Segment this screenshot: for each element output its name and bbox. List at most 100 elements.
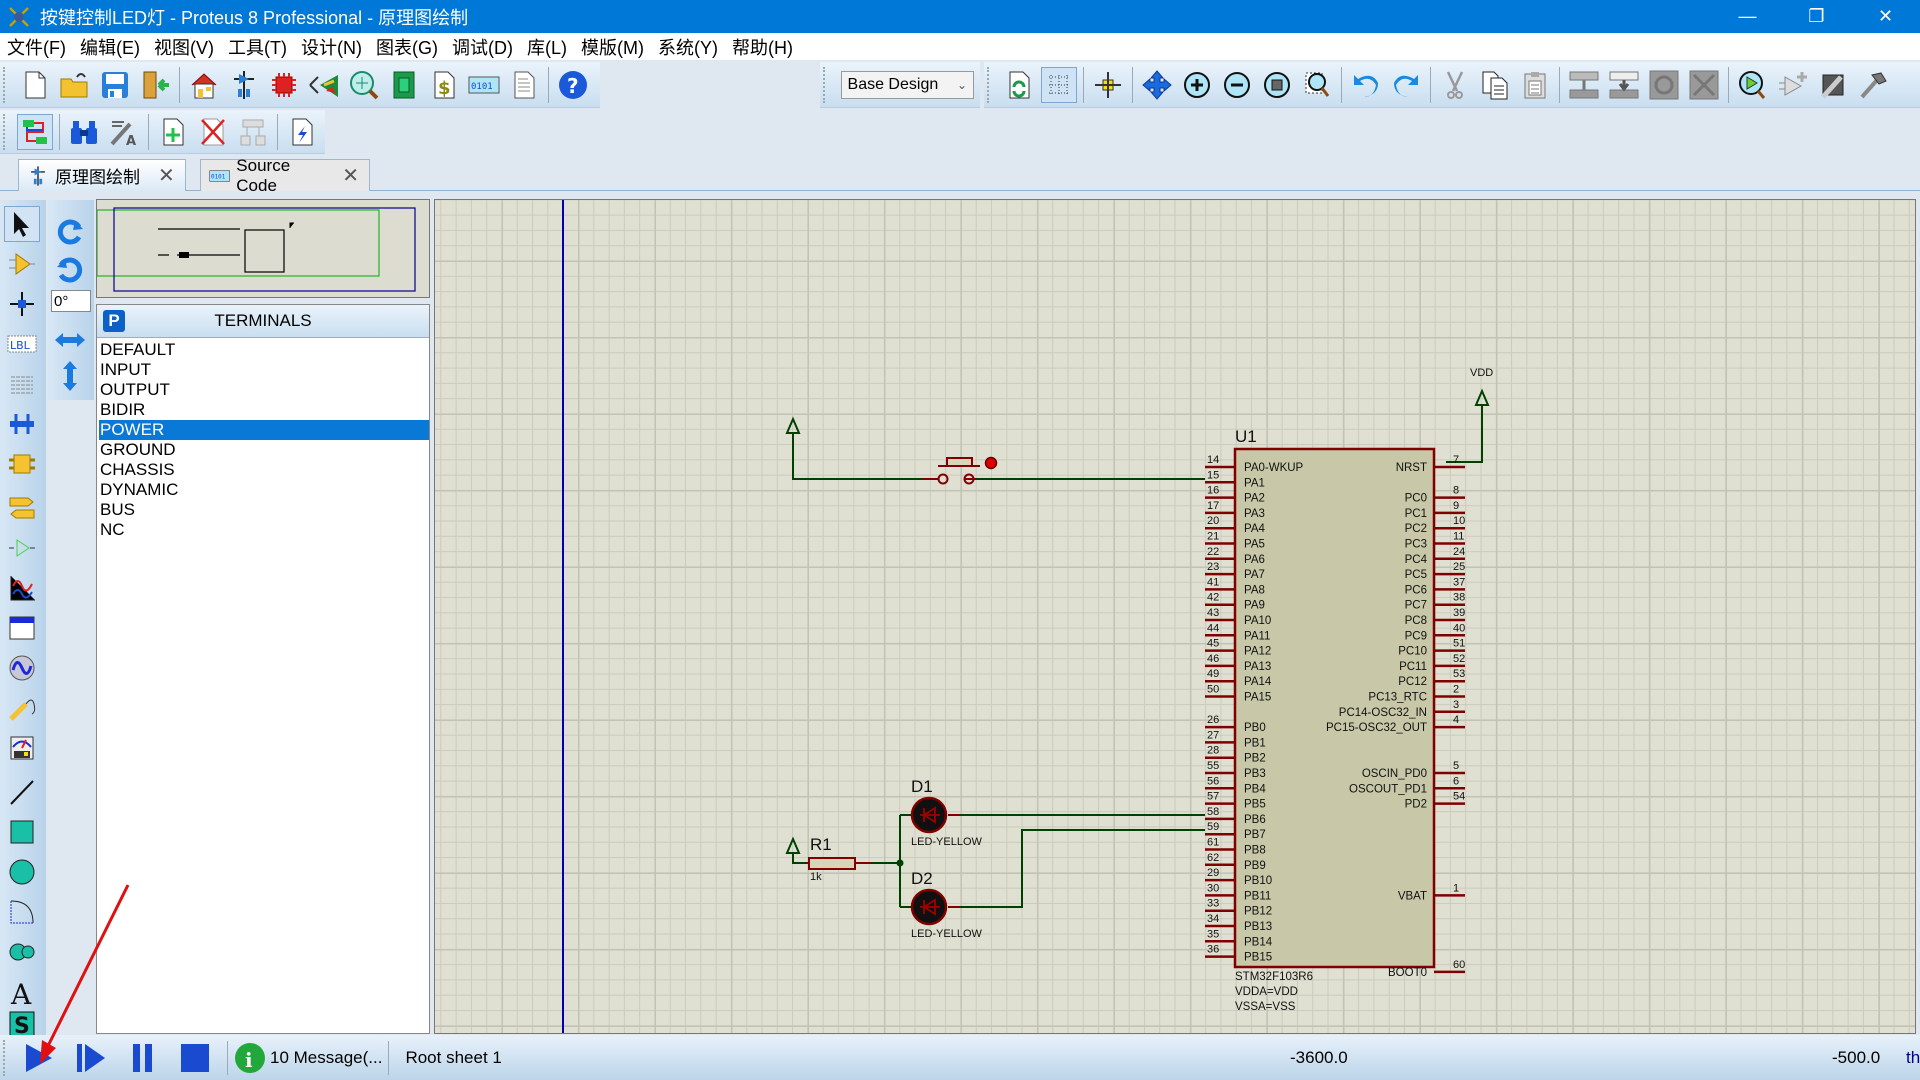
box-mode-button[interactable] [4,814,40,850]
line-mode-button[interactable] [4,774,40,810]
vdd-terminal[interactable] [1446,388,1490,463]
close-tab-icon[interactable]: ✕ [158,163,175,188]
rotate-anticlockwise-button[interactable] [52,252,88,288]
schematic-capture-button[interactable] [226,67,262,103]
menu-system[interactable]: 系统(Y) [651,34,725,60]
run-simulation-button[interactable] [19,1038,59,1078]
pick-device-button[interactable] [1735,67,1771,103]
close-project-button[interactable] [137,67,173,103]
terminal-item[interactable]: CHASSIS [99,460,429,480]
save-button[interactable] [97,67,133,103]
power-terminal-button[interactable] [785,416,922,480]
device-pins-mode-button[interactable] [4,530,40,566]
paste-button[interactable] [1517,67,1553,103]
text-script-mode-button[interactable] [4,366,40,402]
terminal-item[interactable]: DYNAMIC [99,480,429,500]
remove-sheet-button[interactable] [195,114,231,150]
menu-help[interactable]: 帮助(H) [725,34,800,60]
symbol-mode-button[interactable]: S [4,1010,40,1038]
subcircuit-mode-button[interactable] [4,446,40,482]
junction-dot-mode-button[interactable] [4,286,40,322]
new-sheet-button[interactable] [155,114,191,150]
terminal-item[interactable]: OUTPUT [99,380,429,400]
step-simulation-button[interactable] [71,1038,111,1078]
pan-button[interactable] [1139,67,1175,103]
schematic-canvas[interactable]: VDD U1 14 PA0-WKUP 15 PA1 16 PA2 17 PA3 20 PA4 21 P… [434,199,1916,1034]
home-button[interactable] [186,67,222,103]
generator-mode-button[interactable] [4,650,40,686]
minimize-button[interactable]: — [1713,0,1782,33]
origin-button[interactable] [1090,67,1126,103]
mirror-horizontal-button[interactable] [52,322,88,358]
zoom-all-button[interactable] [1259,67,1295,103]
power-terminal-r1[interactable] [785,836,806,864]
interactive-indicator-icon[interactable] [984,456,998,470]
menu-file[interactable]: 文件(F) [0,34,73,60]
stm32-microcontroller[interactable]: U1 14PA0-WKUP15PA116PA217PA320PA421PA522… [1205,427,1465,1013]
menu-tools[interactable]: 工具(T) [221,34,294,60]
3d-visualizer-button[interactable] [306,67,342,103]
rotate-clockwise-button[interactable] [52,214,88,250]
text-mode-button[interactable]: A [4,974,40,1010]
close-tab-icon[interactable]: ✕ [342,163,359,188]
block-rotate-button[interactable] [1646,67,1682,103]
led-d1[interactable]: D1 LED-YELLOW [910,777,983,848]
toolbar-grip[interactable] [3,66,9,103]
closed-path-mode-button[interactable] [4,934,40,970]
grid-toggle-button[interactable] [1041,66,1077,103]
help-button[interactable]: ? [555,67,591,103]
notes-button[interactable] [506,67,542,103]
graph-mode-button[interactable] [4,570,40,606]
search-button[interactable] [66,114,102,150]
block-delete-button[interactable] [1686,67,1722,103]
goto-child-sheet-button[interactable] [235,114,271,150]
menu-library[interactable]: 库(L) [520,34,574,60]
design-explorer-button[interactable] [386,67,422,103]
electrical-rule-check-button[interactable] [284,114,320,150]
buses-mode-button[interactable] [4,406,40,442]
zoom-area-button[interactable] [1299,67,1335,103]
sheet-navigation-button[interactable] [17,113,53,150]
terminals-mode-button[interactable] [4,490,40,526]
copy-button[interactable] [1477,67,1513,103]
resistor-r1[interactable]: R1 1k [806,835,872,883]
mirror-vertical-button[interactable] [52,358,88,394]
decompose-button[interactable] [1855,67,1891,103]
menu-graph[interactable]: 图表(G) [369,34,445,60]
arc-mode-button[interactable] [4,894,40,930]
pcb-layout-button[interactable] [266,67,302,103]
toolbar-grip[interactable] [823,66,829,103]
design-variant-select[interactable]: Base Design ⌄ [840,70,974,99]
messages-indicator[interactable]: i 10 Message(... [234,1042,382,1074]
terminal-item[interactable]: BUS [99,500,429,520]
terminal-item[interactable]: INPUT [99,360,429,380]
overview-window[interactable] [96,199,430,298]
block-copy-button[interactable] [1566,67,1602,103]
new-file-button[interactable] [17,67,53,103]
active-popup-mode-button[interactable] [4,610,40,646]
wire-label-mode-button[interactable]: LBL [4,326,40,362]
menu-template[interactable]: 模版(M) [574,34,651,60]
terminal-item[interactable]: DEFAULT [99,340,429,360]
toolbar-grip[interactable] [3,113,9,150]
terminal-item[interactable]: BIDIR [99,400,429,420]
packaging-tool-button[interactable] [1815,67,1851,103]
component-mode-button[interactable] [4,246,40,282]
menu-design[interactable]: 设计(N) [294,34,369,60]
terminal-item[interactable]: NC [99,520,429,540]
gerber-viewer-button[interactable] [346,67,382,103]
property-assignment-button[interactable]: A [106,114,142,150]
make-device-button[interactable] [1775,67,1811,103]
zoom-in-button[interactable] [1179,67,1215,103]
close-button[interactable]: ✕ [1851,0,1920,33]
menu-view[interactable]: 视图(V) [147,34,221,60]
stop-simulation-button[interactable] [175,1038,215,1078]
terminal-item[interactable]: GROUND [99,440,429,460]
toolbar-grip[interactable] [987,66,993,103]
zoom-out-button[interactable] [1219,67,1255,103]
source-code-button[interactable]: 0101 [466,67,502,103]
menu-debug[interactable]: 调试(D) [445,34,520,60]
open-file-button[interactable] [57,67,93,103]
pick-button[interactable]: P [103,310,125,332]
restore-button[interactable]: ❐ [1782,0,1851,33]
